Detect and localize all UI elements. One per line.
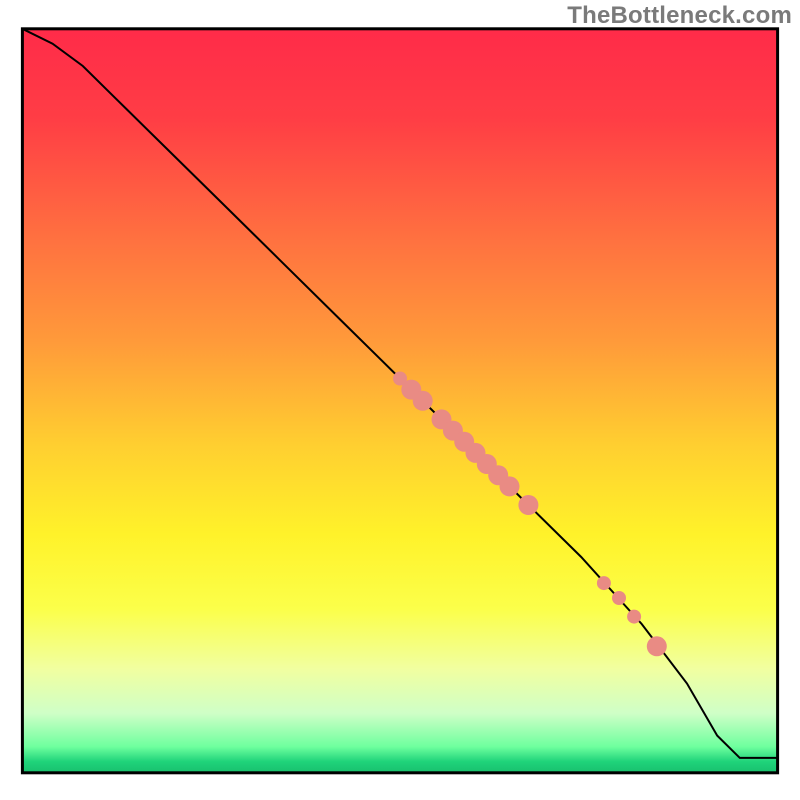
data-marker: [612, 591, 626, 605]
data-marker: [500, 476, 520, 496]
data-marker: [413, 391, 433, 411]
chart-stage: TheBottleneck.com: [0, 0, 800, 800]
data-marker: [647, 636, 667, 656]
data-marker: [597, 576, 611, 590]
data-marker: [518, 495, 538, 515]
chart-svg: [0, 0, 800, 800]
background-rect: [22, 29, 777, 773]
data-marker: [627, 610, 641, 624]
